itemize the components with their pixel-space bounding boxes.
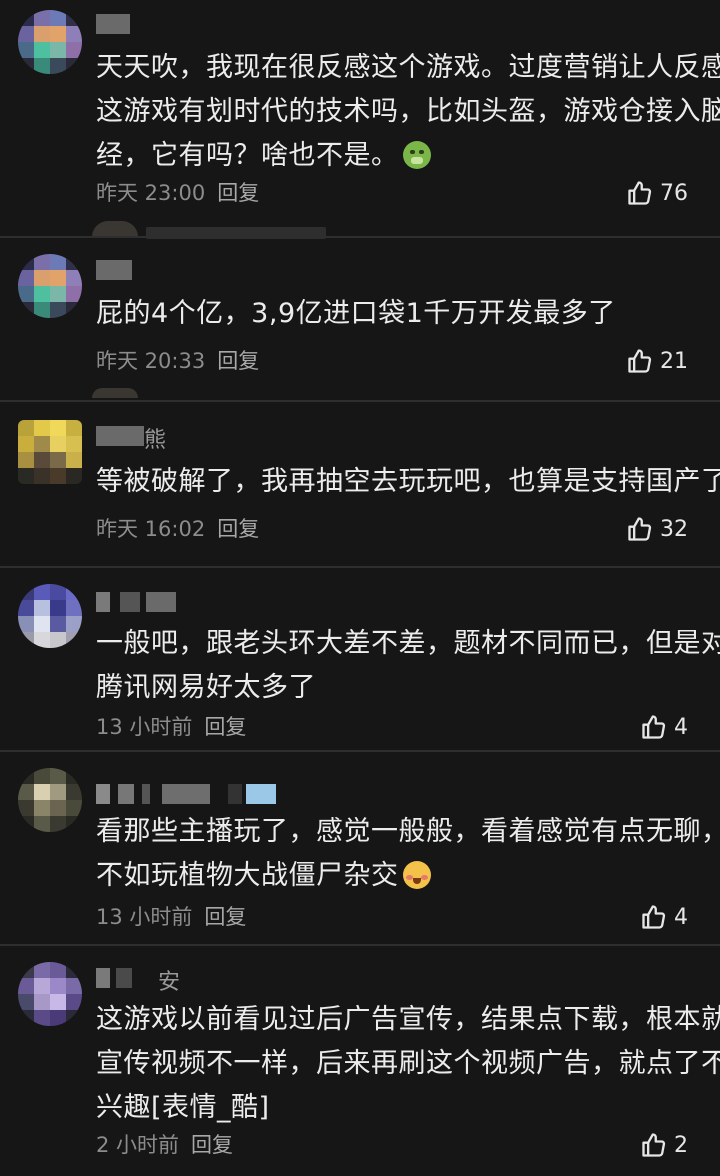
reply-button[interactable]: 回复	[217, 517, 259, 541]
avatar[interactable]	[18, 10, 82, 74]
divider	[0, 566, 720, 568]
comment-meta: 13 小时前 回复	[96, 712, 246, 742]
avatar[interactable]	[18, 768, 82, 832]
avatar	[92, 388, 138, 398]
blushing-face-emoji	[402, 861, 431, 889]
comment-line: 经，它有吗？啥也不是。	[96, 134, 696, 178]
avatar	[92, 221, 138, 237]
comment-line: 兴趣[表情_酷]	[96, 1092, 270, 1123]
like-button[interactable]: 2	[640, 1128, 688, 1162]
timestamp: 昨天 16:02	[96, 517, 206, 541]
like-count: 4	[674, 904, 688, 930]
like-count: 32	[660, 516, 688, 542]
timestamp: 昨天 23:00	[96, 181, 206, 205]
comment-text: 等被破解了，我再抽空去玩玩吧，也算是支持国产了。	[96, 460, 720, 504]
sick-face-emoji	[402, 141, 431, 169]
comment-line: 天天吹，我现在很反感这个游戏。过度营销让人反感，	[96, 52, 720, 83]
username-tail: 安	[158, 970, 181, 995]
like-button[interactable]: 21	[626, 344, 688, 378]
comment-meta: 昨天 16:02 回复	[96, 514, 259, 544]
comment-line: 腾讯网易好太多了	[96, 672, 316, 703]
thumbs-up-icon	[642, 1133, 666, 1157]
divider	[0, 944, 720, 946]
comment-line: 宣传视频不一样，后来再刷这个视频广告，就点了不感	[96, 1048, 720, 1079]
timestamp: 13 小时前	[96, 715, 193, 739]
timestamp: 昨天 20:33	[96, 349, 206, 373]
comment-meta: 昨天 20:33 回复	[96, 346, 259, 376]
comment-line: 不如玩植物大战僵尸杂交	[96, 854, 696, 898]
timestamp: 13 小时前	[96, 905, 193, 929]
like-button[interactable]: 32	[626, 512, 688, 546]
comment-meta: 13 小时前 回复	[96, 902, 246, 932]
comment-line: 一般吧，跟老头环大差不差，题材不同而已，但是对比	[96, 628, 720, 659]
avatar[interactable]	[18, 962, 82, 1026]
comment-line: 看那些主播玩了，感觉一般般，看着感觉有点无聊，还	[96, 816, 720, 847]
like-button[interactable]: 76	[626, 176, 688, 210]
thumbs-up-icon	[642, 715, 666, 739]
comment-meta: 2 小时前 回复	[96, 1130, 233, 1160]
like-count: 2	[674, 1132, 688, 1158]
avatar[interactable]	[18, 254, 82, 318]
timestamp: 2 小时前	[96, 1133, 180, 1157]
comment-text: 看那些主播玩了，感觉一般般，看着感觉有点无聊，还 不如玩植物大战僵尸杂交	[96, 810, 720, 898]
comment-line: 等被破解了，我再抽空去玩玩吧，也算是支持国产了。	[96, 466, 720, 497]
reply-button[interactable]: 回复	[204, 715, 246, 739]
reply-button[interactable]: 回复	[217, 349, 259, 373]
avatar[interactable]	[18, 584, 82, 648]
comment-line: 屁的4个亿，3,9亿进口袋1千万开发最多了	[96, 298, 616, 329]
thumbs-up-icon	[628, 181, 652, 205]
like-count: 21	[660, 348, 688, 374]
like-button[interactable]: 4	[640, 710, 688, 744]
like-count: 76	[660, 180, 688, 206]
comment-text: 屁的4个亿，3,9亿进口袋1千万开发最多了	[96, 292, 696, 336]
divider	[0, 236, 720, 238]
comment-meta: 昨天 23:00 回复	[96, 178, 259, 208]
comment-text: 一般吧，跟老头环大差不差，题材不同而已，但是对比 腾讯网易好太多了	[96, 622, 720, 710]
like-button[interactable]: 4	[640, 900, 688, 934]
divider	[0, 750, 720, 752]
comment-line: 这游戏以前看见过后广告宣传，结果点下载，根本就跟	[96, 1004, 720, 1035]
like-count: 4	[674, 714, 688, 740]
thumbs-up-icon	[642, 905, 666, 929]
avatar[interactable]	[18, 420, 82, 484]
username-tail: 熊	[144, 428, 167, 453]
comment-text: 这游戏以前看见过后广告宣传，结果点下载，根本就跟 宣传视频不一样，后来再刷这个视…	[96, 998, 720, 1130]
reply-button[interactable]: 回复	[217, 181, 259, 205]
thumbs-up-icon	[628, 517, 652, 541]
comment-line: 这游戏有划时代的技术吗，比如头盔，游戏仓接入脑神	[96, 96, 720, 127]
reply-button[interactable]: 回复	[204, 905, 246, 929]
thumbs-up-icon	[628, 349, 652, 373]
divider	[0, 400, 720, 402]
reply-button[interactable]: 回复	[191, 1133, 233, 1157]
comment-text: 天天吹，我现在很反感这个游戏。过度营销让人反感， 这游戏有划时代的技术吗，比如头…	[96, 46, 720, 178]
